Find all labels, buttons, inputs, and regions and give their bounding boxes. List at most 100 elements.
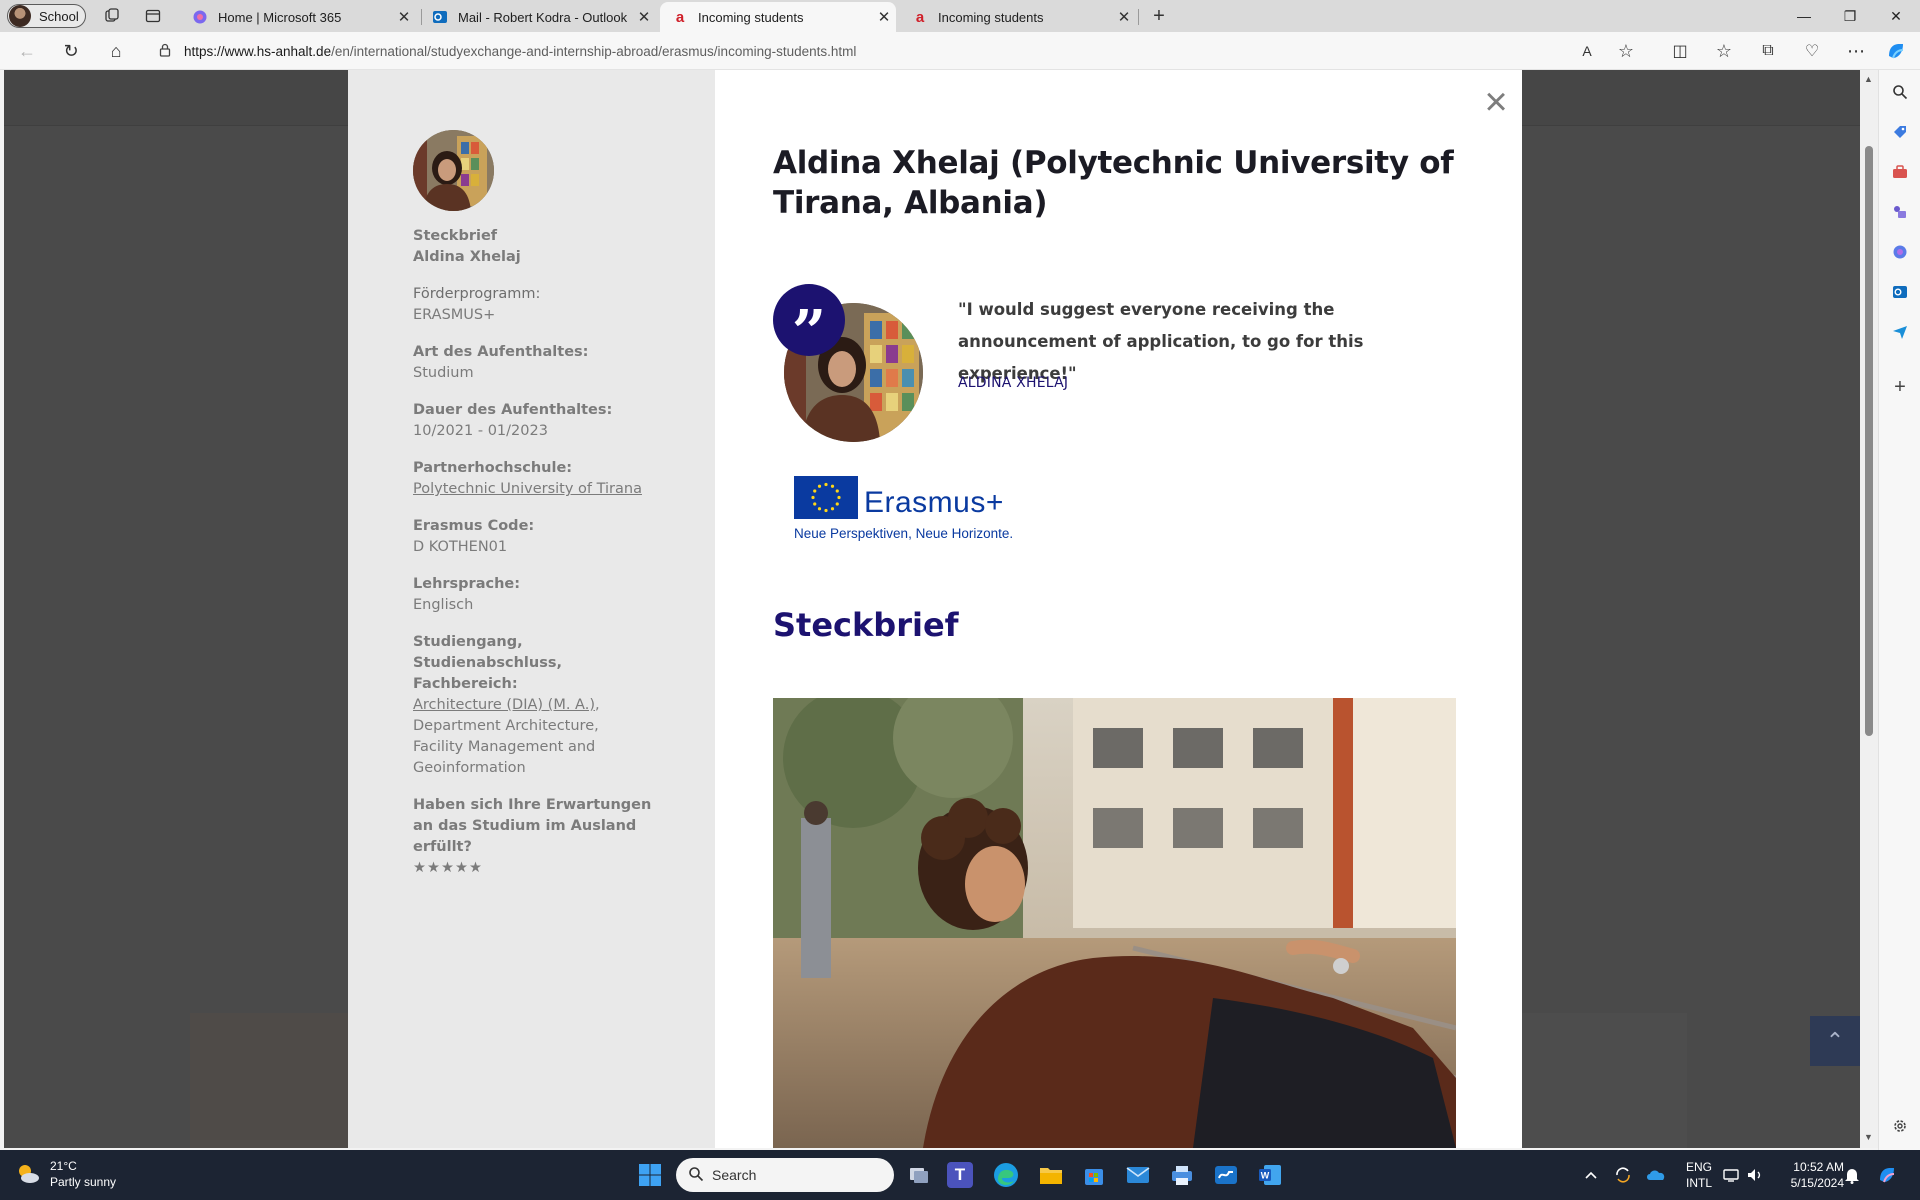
tab-title: Mail - Robert Kodra - Outlook bbox=[458, 9, 628, 25]
eu-flag-icon bbox=[794, 476, 858, 519]
eu-star bbox=[824, 482, 828, 487]
eu-star bbox=[813, 502, 817, 506]
whiteboard-icon[interactable] bbox=[1210, 1159, 1242, 1191]
start-button[interactable] bbox=[634, 1159, 666, 1191]
more-options-icon[interactable]: ⋯ bbox=[1844, 40, 1868, 62]
edge-sidebar: + bbox=[1878, 70, 1920, 1150]
scroll-up-arrow-icon[interactable]: ▲ bbox=[1864, 74, 1873, 84]
weather-widget[interactable]: 21°C Partly sunny bbox=[16, 1158, 116, 1190]
tab-close-icon[interactable]: ✕ bbox=[1112, 8, 1136, 26]
tab-microsoft-365[interactable]: Home | Microsoft 365 ✕ bbox=[180, 2, 416, 32]
temperature: 21°C bbox=[50, 1159, 77, 1173]
eu-star bbox=[811, 495, 815, 500]
onedrive-icon[interactable] bbox=[1646, 1150, 1666, 1200]
tab-incoming-students[interactable]: a Incoming students ✕ bbox=[900, 2, 1136, 32]
sync-icon[interactable] bbox=[1614, 1150, 1632, 1200]
section-heading-steckbrief: Steckbrief bbox=[773, 606, 959, 644]
task-view-icon[interactable] bbox=[903, 1159, 935, 1191]
date: 5/15/2024 bbox=[1790, 1176, 1844, 1190]
close-modal-button[interactable]: × bbox=[1476, 82, 1516, 122]
tab-close-icon[interactable]: ✕ bbox=[632, 8, 656, 26]
mail-icon[interactable] bbox=[1122, 1159, 1154, 1191]
read-aloud-icon[interactable]: A bbox=[1575, 40, 1599, 62]
partly-sunny-icon bbox=[16, 1162, 40, 1186]
printer-app-icon[interactable] bbox=[1166, 1159, 1198, 1191]
svg-text:W: W bbox=[1261, 1171, 1270, 1181]
tab-close-icon[interactable]: ✕ bbox=[392, 8, 416, 26]
stay-type-value: Studium bbox=[413, 365, 474, 381]
url-text[interactable]: https://www.hs-anhalt.de/en/internationa… bbox=[184, 44, 856, 59]
close-window-button[interactable]: ✕ bbox=[1873, 0, 1919, 32]
testimonial-author: ALDINA XHELAJ bbox=[958, 375, 1069, 391]
show-hidden-icons[interactable] bbox=[1584, 1150, 1598, 1200]
program-label: Förderprogramm: bbox=[413, 286, 541, 302]
erasmus-code-value: D KOTHEN01 bbox=[413, 539, 508, 555]
time: 10:52 AM bbox=[1793, 1160, 1844, 1174]
lock-icon[interactable] bbox=[150, 43, 180, 60]
eu-star bbox=[824, 508, 828, 513]
url-path: /en/international/studyexchange-and-inte… bbox=[331, 43, 857, 59]
scrollbar-thumb[interactable] bbox=[1865, 146, 1873, 736]
home-button[interactable]: ⌂ bbox=[102, 38, 130, 64]
duration-label: Dauer des Aufenthaltes: bbox=[413, 402, 613, 418]
shopping-tag-icon[interactable] bbox=[1888, 120, 1912, 144]
student-hero-photo bbox=[773, 698, 1456, 1148]
browser-essentials-icon[interactable]: ♡ bbox=[1800, 40, 1824, 62]
microsoft-365-sidebar-icon[interactable] bbox=[1888, 240, 1912, 264]
tab-title: Incoming students bbox=[698, 9, 804, 25]
games-icon[interactable] bbox=[1888, 200, 1912, 224]
minimize-button[interactable]: — bbox=[1781, 0, 1827, 32]
notifications-bell-icon[interactable] bbox=[1844, 1150, 1860, 1200]
network-icon[interactable] bbox=[1722, 1150, 1740, 1200]
course-link[interactable]: Architecture (DIA) (M. A.) bbox=[413, 697, 595, 713]
taskbar-clock[interactable]: 10:52 AM 5/15/2024 bbox=[1774, 1159, 1844, 1191]
background-image-tile bbox=[1517, 1013, 1687, 1148]
copilot-taskbar-icon[interactable] bbox=[1876, 1150, 1898, 1200]
scroll-down-arrow-icon[interactable]: ▼ bbox=[1864, 1132, 1873, 1142]
browser-toolbar: ← ↻ ⌂ https://www.hs-anhalt.de/en/intern… bbox=[0, 32, 1920, 70]
student-avatar bbox=[413, 130, 494, 211]
volume-icon[interactable] bbox=[1746, 1150, 1764, 1200]
language-indicator[interactable]: ENG INTL bbox=[1682, 1159, 1716, 1191]
send-icon[interactable] bbox=[1888, 320, 1912, 344]
back-button[interactable]: ← bbox=[13, 38, 41, 64]
restore-button[interactable]: ❐ bbox=[1827, 0, 1873, 32]
tab-close-icon[interactable]: ✕ bbox=[872, 8, 896, 26]
search-icon[interactable] bbox=[1888, 80, 1912, 104]
eu-star bbox=[830, 484, 835, 488]
sidebar-settings-icon[interactable] bbox=[1888, 1114, 1912, 1138]
tab-incoming-students-active[interactable]: a Incoming students ✕ bbox=[660, 2, 896, 32]
refresh-button[interactable]: ↻ bbox=[57, 38, 85, 64]
vertical-tabs-icon[interactable] bbox=[142, 5, 164, 27]
url-host: https://www.hs-anhalt.de bbox=[184, 43, 332, 59]
favorites-icon[interactable]: ☆ bbox=[1712, 40, 1736, 62]
tab-title: Home | Microsoft 365 bbox=[218, 9, 342, 25]
page-scrollbar[interactable]: ▲ ▼ bbox=[1860, 70, 1878, 1148]
program-value: ERASMUS+ bbox=[413, 307, 496, 323]
microsoft-store-icon[interactable] bbox=[1078, 1159, 1110, 1191]
collections-icon[interactable]: ⧉ bbox=[1756, 40, 1780, 62]
teams-icon[interactable]: T bbox=[947, 1162, 973, 1188]
new-tab-button[interactable]: + bbox=[1148, 5, 1170, 27]
erasmus-wordmark: Erasmus+ bbox=[864, 486, 1004, 519]
taskbar-search[interactable]: Search bbox=[676, 1158, 894, 1192]
edge-taskbar-icon[interactable] bbox=[990, 1159, 1022, 1191]
tools-icon[interactable] bbox=[1888, 160, 1912, 184]
workspaces-icon[interactable] bbox=[101, 5, 123, 27]
split-screen-icon[interactable]: ◫ bbox=[1668, 40, 1692, 62]
file-explorer-icon[interactable] bbox=[1035, 1159, 1067, 1191]
duration-value: 10/2021 - 01/2023 bbox=[413, 423, 548, 439]
partner-university-link[interactable]: Polytechnic University of Tirana bbox=[413, 481, 642, 497]
copilot-icon[interactable] bbox=[1884, 40, 1908, 62]
address-bar[interactable]: https://www.hs-anhalt.de/en/internationa… bbox=[150, 35, 1610, 67]
outlook-sidebar-icon[interactable] bbox=[1888, 280, 1912, 304]
windows-taskbar: 21°C Partly sunny Search T W ENG INTL 10… bbox=[0, 1150, 1920, 1200]
keyboard-layout: INTL bbox=[1685, 1176, 1712, 1190]
add-sidebar-app-icon[interactable]: + bbox=[1888, 375, 1912, 399]
word-icon[interactable]: W bbox=[1254, 1159, 1286, 1191]
favorite-star-icon[interactable]: ☆ bbox=[1614, 40, 1638, 62]
profile-button[interactable]: School bbox=[7, 4, 86, 28]
scroll-to-top-button[interactable]: ⌃ bbox=[1810, 1016, 1860, 1066]
tab-outlook-mail[interactable]: Mail - Robert Kodra - Outlook ✕ bbox=[420, 2, 656, 32]
eu-star bbox=[835, 489, 839, 493]
